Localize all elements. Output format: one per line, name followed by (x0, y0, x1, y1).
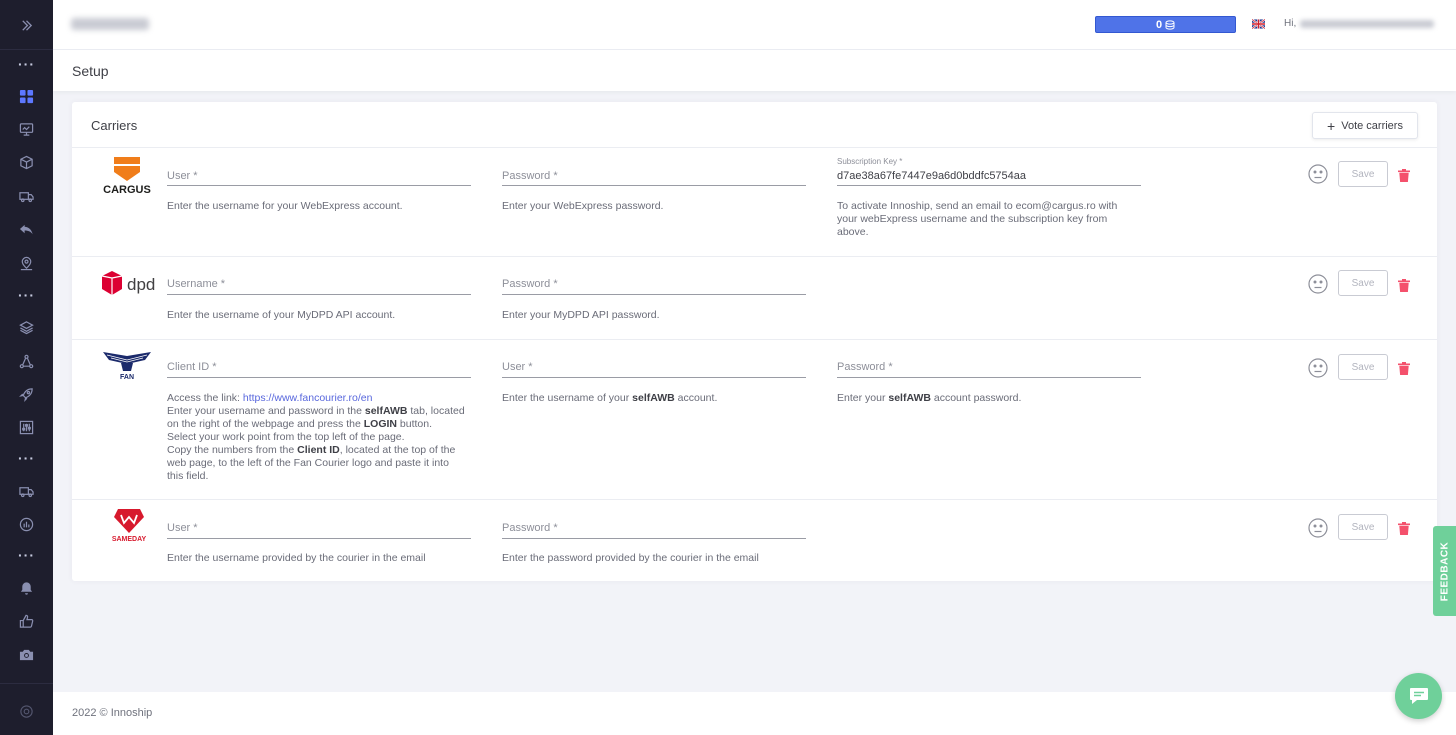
sameday-logo: SAMEDAY (112, 509, 147, 543)
carrier-row-sameday: SAMEDAY User * Enter the username provid… (72, 500, 1437, 581)
chat-icon (1409, 688, 1428, 704)
truck-icon[interactable] (0, 183, 53, 209)
network-icon[interactable] (0, 348, 53, 374)
feedback-label: FEEDBACK (1439, 541, 1450, 601)
location-pin-icon[interactable] (0, 250, 53, 276)
camera-icon[interactable] (0, 641, 53, 667)
trash-icon[interactable] (1398, 522, 1410, 535)
coins-icon (1165, 19, 1175, 30)
thumbs-up-icon[interactable] (0, 608, 53, 634)
carrier-row-cargus: CARGUS User * Enter the username for you… (72, 148, 1437, 257)
more-dots-icon: ··· (18, 287, 35, 303)
dpd-logo: dpd (101, 271, 155, 295)
stats-icon[interactable] (0, 511, 53, 537)
vote-carriers-button[interactable]: + Vote carriers (1312, 112, 1418, 139)
cargus-logo: CARGUS (103, 157, 151, 195)
carriers-card: Carriers + Vote carriers CARGUS User * E… (72, 102, 1437, 581)
sliders-icon[interactable] (0, 414, 53, 440)
brand-name-redacted (71, 18, 149, 30)
expand-sidebar-icon[interactable] (0, 12, 53, 38)
more-dots-icon: ··· (18, 450, 35, 466)
card-title: Carriers (91, 118, 138, 133)
smiley-icon (1308, 164, 1328, 184)
return-icon[interactable] (0, 216, 53, 242)
uk-flag-icon[interactable] (1252, 18, 1265, 30)
plus-icon: + (1327, 117, 1336, 134)
fan-save-button[interactable]: Save (1338, 354, 1388, 380)
sameday-save-button[interactable]: Save (1338, 514, 1388, 540)
fan-client-id-help: Access the link: https://www.fancourier.… (167, 392, 465, 482)
trash-icon[interactable] (1398, 362, 1410, 375)
fancourier-link[interactable]: https://www.fancourier.ro/en (243, 392, 373, 404)
monitor-icon[interactable] (0, 116, 53, 142)
settings-icon[interactable] (0, 698, 53, 724)
trash-icon[interactable] (1398, 169, 1410, 182)
user-email-redacted[interactable] (1300, 20, 1434, 28)
feedback-tab[interactable]: FEEDBACK (1433, 526, 1456, 616)
credit-count: 0 (1155, 18, 1163, 31)
page-title: Setup (72, 63, 109, 79)
bell-icon[interactable] (0, 575, 53, 601)
footer: 2022 © Innoship (53, 692, 1456, 735)
fan-courier-logo: FAN (103, 352, 151, 381)
trash-icon[interactable] (1398, 279, 1410, 292)
layers-icon[interactable] (0, 314, 53, 340)
svg-text:FAN: FAN (120, 374, 134, 381)
sidebar: ··· ··· ··· ··· (0, 0, 53, 735)
footer-copyright: 2022 © Innoship (72, 707, 153, 719)
svg-text:SAMEDAY: SAMEDAY (112, 536, 147, 543)
card-header: Carriers + Vote carriers (72, 102, 1437, 148)
subheader: Setup (53, 50, 1456, 91)
smiley-icon (1308, 358, 1328, 378)
vote-carriers-label: Vote carriers (1341, 119, 1403, 132)
chat-button[interactable] (1395, 673, 1442, 719)
cargus-save-button[interactable]: Save (1338, 161, 1388, 187)
dpd-save-button[interactable]: Save (1338, 270, 1388, 296)
smiley-icon (1308, 518, 1328, 538)
dashboard-icon[interactable] (0, 83, 53, 109)
greeting: Hi, (1284, 18, 1297, 29)
svg-text:CARGUS: CARGUS (103, 184, 151, 195)
credit-balance[interactable]: 0 (1095, 16, 1236, 33)
more-dots-icon: ··· (18, 56, 35, 72)
more-dots-icon: ··· (18, 547, 35, 563)
carrier-row-fan-courier: FAN Client ID * Access the link: https:/… (72, 340, 1437, 500)
top-header: 0 Hi, (53, 0, 1456, 50)
box-icon[interactable] (0, 149, 53, 175)
truck-icon[interactable] (0, 478, 53, 504)
smiley-icon (1308, 274, 1328, 294)
carrier-row-dpd: dpd Username * Enter the username of you… (72, 257, 1437, 340)
rocket-icon[interactable] (0, 381, 53, 407)
svg-text:dpd: dpd (127, 275, 155, 294)
